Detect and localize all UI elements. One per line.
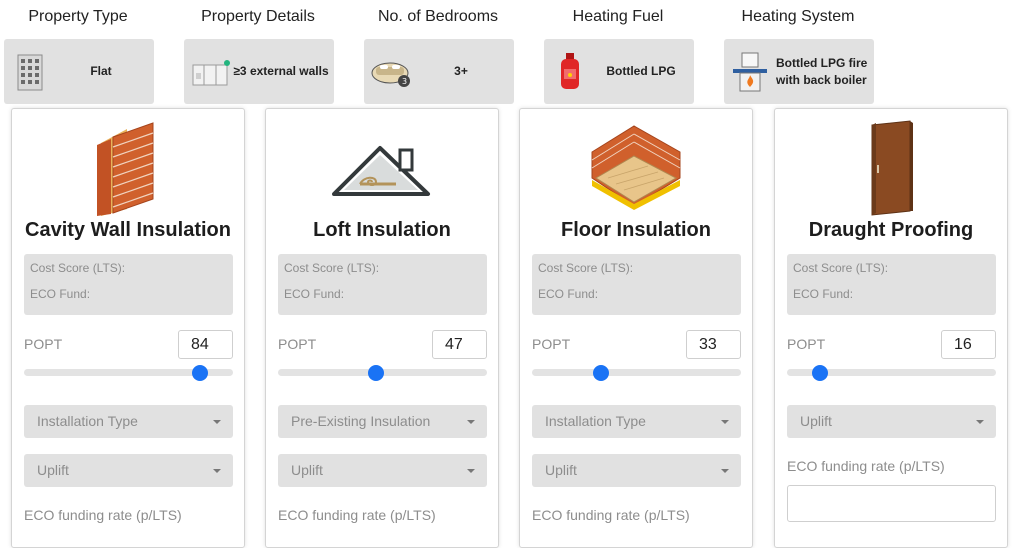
eco-fund-label: ECO Fund: [793,287,854,301]
property-type-value: Flat [90,64,112,78]
heating-system-value-line1: Bottled LPG fire [776,55,868,70]
heating-system-title: Heating System [741,8,855,25]
fireplace-boiler-icon [730,51,772,93]
uplift-select[interactable]: Uplift [532,454,741,487]
chevron-down-icon [721,469,729,473]
lpg-bottle-icon [550,51,592,93]
chevron-down-icon [213,420,221,424]
cost-score-label: Cost Score (LTS): [30,261,126,275]
property-details-box[interactable]: ≥3 external walls [184,39,334,104]
property-details-value: ≥3 external walls [233,64,329,78]
popt-label: POPT [787,336,826,352]
select-placeholder: Installation Type [37,413,138,429]
card-title: Floor Insulation [561,219,711,241]
popt-slider-thumb[interactable] [191,365,208,381]
card-draught-proofing: Draught Proofing Cost Score (LTS): ECO F… [774,108,1008,548]
property-details-title: Property Details [201,8,315,25]
popt-label: POPT [24,336,63,352]
popt-label: POPT [278,336,317,352]
card-title: Draught Proofing [808,219,974,241]
eco-fund-label: ECO Fund: [30,287,91,301]
popt-slider[interactable] [278,365,487,381]
select-placeholder: Pre-Existing Insulation [291,413,431,429]
select-placeholder: Installation Type [545,413,646,429]
popt-slider[interactable] [24,365,233,381]
chevron-down-icon [976,420,984,424]
card-loft-insulation: Loft Insulation Cost Score (LTS): ECO Fu… [265,108,499,548]
popt-slider-thumb[interactable] [592,365,609,381]
card-title: Loft Insulation [313,219,451,241]
property-type-title: Property Type [28,8,128,25]
popt-input[interactable]: 84 [178,330,233,359]
card-cavity-wall-insulation: Cavity Wall Insulation Cost Score (LTS):… [11,108,245,548]
eco-fund-label: ECO Fund: [284,287,345,301]
popt-label: POPT [532,336,571,352]
bedrooms-box[interactable]: 3 3+ [364,39,514,104]
popt-slider[interactable] [532,365,741,381]
property-type-box[interactable]: Flat [4,39,154,104]
chevron-down-icon [467,420,475,424]
chevron-down-icon [467,469,475,473]
bed-icon: 3 [370,51,412,93]
pre-existing-insulation-select[interactable]: Pre-Existing Insulation [278,405,487,438]
chevron-down-icon [721,420,729,424]
cavity-wall-icon [12,115,244,221]
eco-funding-rate-label: ECO funding rate (p/LTS) [24,507,182,523]
heating-fuel-value: Bottled LPG [606,64,676,78]
chevron-down-icon [213,469,221,473]
heating-system-value: Bottled LPG fire with back boiler [772,55,874,89]
select-placeholder: Uplift [291,462,323,478]
uplift-select[interactable]: Uplift [278,454,487,487]
cost-score-label: Cost Score (LTS): [793,261,889,275]
card-floor-insulation: Floor Insulation Cost Score (LTS): ECO F… [519,108,753,548]
flat-building-icon [10,51,52,93]
popt-input[interactable]: 47 [432,330,487,359]
eco-funding-rate-label: ECO funding rate (p/LTS) [532,507,690,523]
cost-score-panel: Cost Score (LTS): ECO Fund: [787,254,996,315]
external-walls-icon [190,51,232,93]
cost-score-panel: Cost Score (LTS): ECO Fund: [532,254,741,315]
cost-score-panel: Cost Score (LTS): ECO Fund: [278,254,487,315]
cost-score-label: Cost Score (LTS): [538,261,634,275]
bedrooms-title: No. of Bedrooms [377,8,499,25]
heating-system-box[interactable]: Bottled LPG fire with back boiler [724,39,874,104]
select-placeholder: Uplift [545,462,577,478]
heating-fuel-box[interactable]: Bottled LPG [544,39,694,104]
svg-text:3: 3 [402,77,407,86]
eco-fund-label: ECO Fund: [538,287,599,301]
eco-funding-rate-input[interactable] [787,485,996,522]
cost-score-panel: Cost Score (LTS): ECO Fund: [24,254,233,315]
heating-fuel-title: Heating Fuel [572,8,664,25]
heating-system-value-line2: with back boiler [776,72,867,87]
loft-icon [266,115,498,221]
uplift-select[interactable]: Uplift [787,405,996,438]
popt-input[interactable]: 16 [941,330,996,359]
uplift-select[interactable]: Uplift [24,454,233,487]
popt-input[interactable]: 33 [686,330,741,359]
floor-icon [520,115,752,221]
installation-type-select[interactable]: Installation Type [532,405,741,438]
door-icon [775,115,1007,221]
popt-slider-thumb[interactable] [368,365,385,381]
cost-score-label: Cost Score (LTS): [284,261,380,275]
select-placeholder: Uplift [37,462,69,478]
eco-funding-rate-label: ECO funding rate (p/LTS) [787,458,945,474]
eco-funding-rate-label: ECO funding rate (p/LTS) [278,507,436,523]
popt-slider-thumb[interactable] [812,365,829,381]
installation-type-select[interactable]: Installation Type [24,405,233,438]
card-title: Cavity Wall Insulation [25,219,231,241]
select-placeholder: Uplift [800,413,832,429]
popt-slider[interactable] [787,365,996,381]
bedrooms-value: 3+ [454,64,468,78]
